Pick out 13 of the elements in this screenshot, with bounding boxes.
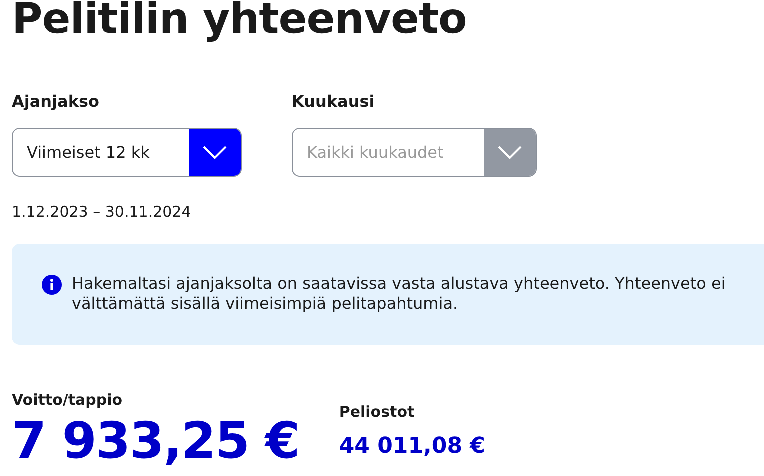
page-title: Pelitilin yhteenveto (12, 0, 468, 40)
select-field[interactable]: Viimeiset 12 kk (12, 128, 242, 177)
chevron-down-icon (498, 146, 522, 159)
field-label: Kuukausi (292, 91, 376, 113)
stat-label: Peliostot (339, 402, 416, 424)
field-label: Ajanjakso (12, 91, 100, 113)
chevron-down-icon (203, 146, 227, 159)
stat-label: Voitto/tappio (12, 390, 124, 412)
stat-value: 7 933,25 € (12, 416, 300, 466)
info-icon (42, 274, 62, 294)
stat-value: 44 011,08 € (339, 432, 486, 461)
date-range: 1.12.2023 – 30.11.2024 (12, 202, 192, 223)
notice-text: Hakemaltasi ajanjaksolta on saatavissa vasta alustava yhteenveto. Yhteenveto ei välttämättä sisällä viimeisimpiä pelitapahtumia. (72, 274, 727, 316)
